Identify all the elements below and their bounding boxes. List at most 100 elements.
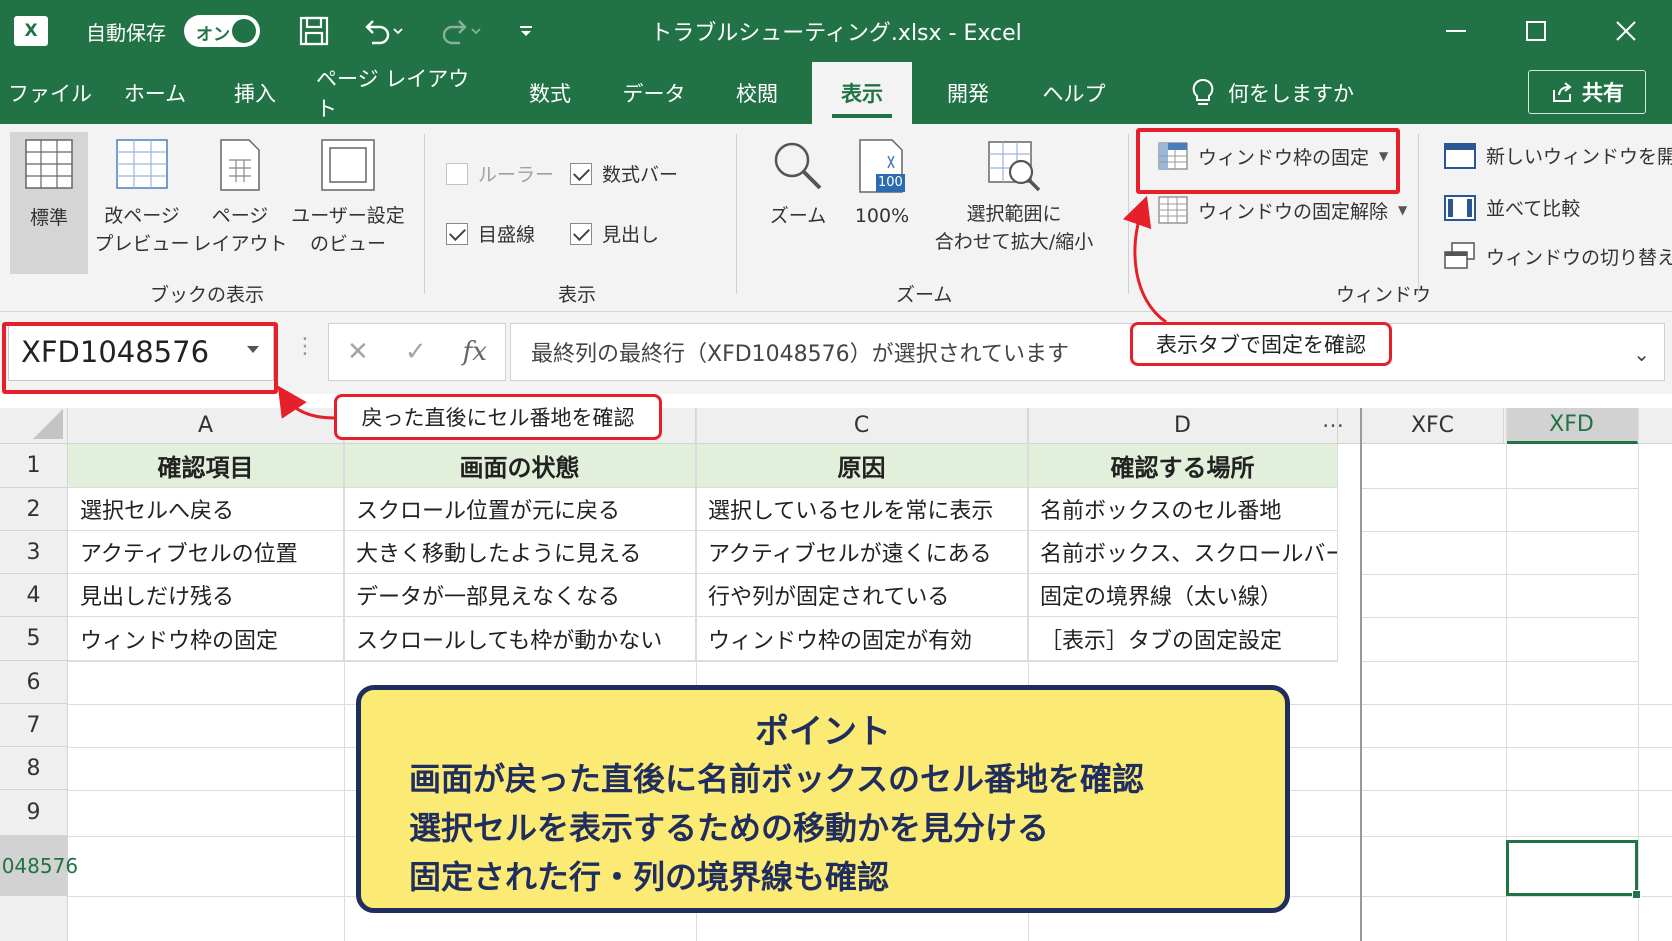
- insert-function-icon[interactable]: fx: [463, 337, 487, 367]
- chevron-down-icon: ▼: [1398, 203, 1408, 217]
- grid-line: [1362, 531, 1638, 532]
- table-cell[interactable]: スクロールしても枠が動かない: [344, 617, 696, 661]
- row-header-1[interactable]: 1: [0, 444, 68, 488]
- formula-bar-label: 数式バー: [602, 164, 679, 186]
- table-cell[interactable]: ウィンドウ枠の固定: [68, 617, 344, 661]
- fill-handle[interactable]: [1632, 890, 1641, 899]
- row-header-3[interactable]: 3: [0, 531, 68, 574]
- page-break-preview-button[interactable]: 改ページ プレビュー: [94, 132, 190, 258]
- tab-page-layout[interactable]: ページ レイアウト: [316, 62, 480, 124]
- switch-windows-button[interactable]: ウィンドウの切り替え ▼: [1444, 242, 1672, 270]
- switch-windows-label: ウィンドウの切り替え: [1486, 246, 1672, 269]
- close-icon[interactable]: [1596, 0, 1656, 62]
- table-cell[interactable]: ウィンドウ枠の固定が有効: [696, 617, 1028, 661]
- save-icon[interactable]: [298, 0, 330, 62]
- tab-insert[interactable]: 挿入: [212, 62, 298, 124]
- table-cell[interactable]: 選択しているセルを常に表示: [696, 488, 1028, 531]
- side-by-side-button[interactable]: 並べて比較: [1444, 194, 1580, 221]
- highlight-name-box: [2, 322, 278, 394]
- tab-home[interactable]: ホーム: [112, 62, 198, 124]
- excel-logo-icon: X: [14, 0, 54, 62]
- zoom-button[interactable]: ズーム: [758, 132, 838, 230]
- table-cell[interactable]: 見出しだけ残る: [68, 574, 344, 617]
- magnifier-icon: [774, 142, 822, 190]
- new-window-button[interactable]: 新しいウィンドウを開く: [1444, 142, 1672, 169]
- column-header-a[interactable]: A: [68, 408, 344, 444]
- enter-icon[interactable]: ✓: [405, 337, 427, 367]
- table-cell[interactable]: 選択セルへ戻る: [68, 488, 344, 531]
- custom-views-button[interactable]: ユーザー設定 のビュー: [290, 132, 406, 258]
- callout-view-tab-check: 表示タブで固定を確認: [1130, 322, 1392, 366]
- tell-me-text: 何をしますか: [1228, 82, 1354, 106]
- row-header-6[interactable]: 6: [0, 661, 68, 704]
- table-header-cell[interactable]: 確認項目: [68, 444, 344, 488]
- page-layout-label-1: ページ: [211, 205, 269, 227]
- table-cell[interactable]: スクロール位置が元に戻る: [344, 488, 696, 531]
- table-cell[interactable]: ［表示］タブの固定設定: [1028, 617, 1338, 661]
- point-line-2: 選択セルを表示するための移動かを見分ける: [409, 809, 1050, 847]
- table-header-cell[interactable]: 原因: [696, 444, 1028, 488]
- formula-input[interactable]: 最終列の最終行（XFD1048576）が選択されています ⌄: [510, 323, 1665, 381]
- row-header-1048576[interactable]: 1048576: [0, 836, 78, 896]
- tab-view[interactable]: 表示: [812, 62, 912, 124]
- active-cell-xfd1048576[interactable]: [1506, 840, 1641, 899]
- autosave-toggle[interactable]: オン: [184, 0, 260, 62]
- table-cell[interactable]: 名前ボックス、スクロールバー: [1028, 531, 1338, 574]
- headings-checkbox[interactable]: 見出し: [570, 220, 659, 247]
- cancel-icon[interactable]: ✕: [347, 337, 369, 367]
- table-cell[interactable]: 行や列が固定されている: [696, 574, 1028, 617]
- ruler-checkbox-box: [446, 162, 468, 185]
- row-header-8[interactable]: 8: [0, 747, 68, 790]
- table-cell[interactable]: データが一部見えなくなる: [344, 574, 696, 617]
- table-header-cell[interactable]: 確認する場所: [1028, 444, 1338, 488]
- tab-developer[interactable]: 開発: [924, 62, 1012, 124]
- expand-formula-icon[interactable]: ⌄: [1633, 342, 1650, 366]
- normal-view-button[interactable]: 標準: [10, 132, 88, 274]
- column-header-xfc[interactable]: XFC: [1362, 408, 1504, 444]
- headings-label: 見出し: [602, 224, 660, 246]
- share-label: 共有: [1582, 81, 1624, 105]
- redo-icon[interactable]: [438, 0, 484, 62]
- table-header-cell[interactable]: 画面の状態: [344, 444, 696, 488]
- row-header-4[interactable]: 4: [0, 574, 68, 617]
- unfreeze-panes-button[interactable]: ウィンドウの固定解除 ▼: [1158, 196, 1407, 224]
- table-cell[interactable]: 大きく移動したように見える: [344, 531, 696, 574]
- tab-file[interactable]: ファイル: [6, 62, 94, 124]
- new-window-icon: [1444, 142, 1476, 169]
- maximize-icon[interactable]: [1506, 0, 1566, 62]
- table-cell[interactable]: 名前ボックスのセル番地: [1028, 488, 1338, 531]
- formula-content: 最終列の最終行（XFD1048576）が選択されています: [531, 342, 1069, 367]
- ruler-label: ルーラー: [478, 164, 555, 186]
- column-header-d[interactable]: D: [1028, 408, 1338, 444]
- table-cell[interactable]: アクティブセルが遠くにある: [696, 531, 1028, 574]
- select-all-button[interactable]: [0, 408, 68, 444]
- row-header-9[interactable]: 9: [0, 790, 68, 836]
- table-cell[interactable]: 固定の境界線（太い線）: [1028, 574, 1338, 617]
- row-header-5[interactable]: 5: [0, 617, 68, 661]
- row-header-7[interactable]: 7: [0, 704, 68, 747]
- row-header-2[interactable]: 2: [0, 488, 68, 531]
- customize-qat-icon[interactable]: [516, 0, 536, 62]
- tab-review[interactable]: 校閲: [714, 62, 800, 124]
- tell-me-search[interactable]: 何をしますか: [1190, 62, 1354, 124]
- tab-formulas[interactable]: 数式: [506, 62, 594, 124]
- formula-bar-checkbox[interactable]: 数式バー: [570, 160, 678, 187]
- share-button[interactable]: 共有: [1528, 70, 1646, 114]
- minimize-icon[interactable]: [1426, 0, 1486, 62]
- ruler-checkbox[interactable]: ルーラー: [446, 160, 554, 187]
- highlight-freeze-panes: [1136, 128, 1400, 194]
- column-header-xfd[interactable]: XFD: [1506, 408, 1638, 444]
- column-header-c[interactable]: C: [696, 408, 1028, 444]
- tab-data[interactable]: データ: [610, 62, 698, 124]
- undo-icon[interactable]: [360, 0, 406, 62]
- gridlines-checkbox[interactable]: 目盛線: [446, 220, 535, 247]
- table-cell[interactable]: アクティブセルの位置: [68, 531, 344, 574]
- page-layout-icon: [220, 139, 260, 191]
- page-layout-view-button[interactable]: ページ レイアウト: [192, 132, 288, 258]
- zoom-to-selection-button[interactable]: 選択範囲に 合わせて拡大/縮小: [924, 132, 1104, 256]
- more-vert-icon[interactable]: ⋮: [294, 334, 316, 359]
- page-break-label-2: プレビュー: [94, 233, 190, 255]
- zoom-100-button[interactable]: 100 100%: [842, 132, 922, 230]
- tab-help[interactable]: ヘルプ: [1030, 62, 1118, 124]
- book-view-group-label: ブックの表示: [150, 284, 265, 306]
